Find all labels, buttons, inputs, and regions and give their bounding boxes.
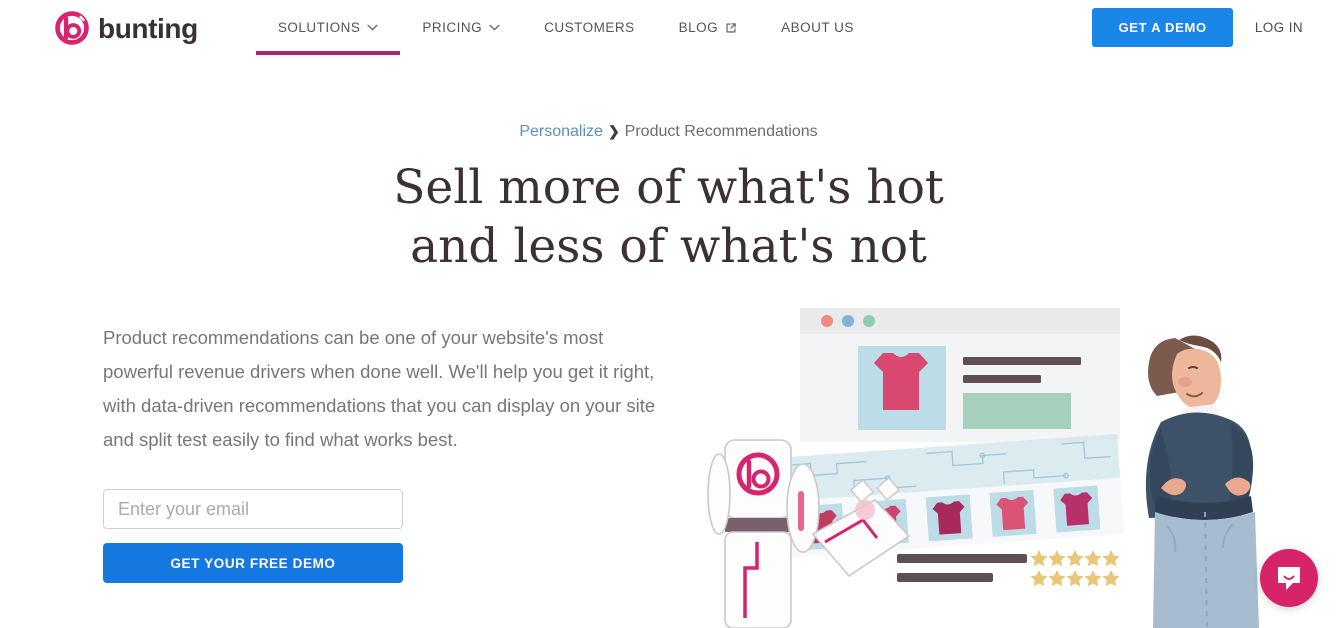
intercom-chat-launcher[interactable] <box>1260 549 1318 607</box>
nav-item-pricing[interactable]: PRICING <box>400 0 522 55</box>
product-subtitle-bar <box>963 375 1041 383</box>
product-recommendations-illustration <box>705 298 1265 628</box>
review-bar-2 <box>897 573 993 582</box>
logo-wordmark: bunting <box>98 15 198 43</box>
chevron-down-icon <box>489 24 500 31</box>
header-actions: GET A DEMO LOG IN <box>1092 0 1313 55</box>
page-title: Sell more of what's hot and less of what… <box>0 158 1337 276</box>
breadcrumb-separator-icon: ❯ <box>608 123 620 140</box>
product-title-bar <box>963 357 1081 365</box>
breadcrumb: Personalize ❯ Product Recommendations <box>0 123 1337 141</box>
log-in-link[interactable]: LOG IN <box>1255 20 1303 35</box>
review-bar-1 <box>897 554 1027 563</box>
nav-item-solutions[interactable]: SOLUTIONS <box>256 0 401 55</box>
browser-dot-green <box>863 315 875 327</box>
email-input[interactable] <box>103 489 403 529</box>
nav-item-about-us-label: ABOUT US <box>781 20 854 35</box>
nav-item-about-us[interactable]: ABOUT US <box>759 0 876 55</box>
get-a-demo-button[interactable]: GET A DEMO <box>1092 8 1232 47</box>
hero-paragraph: Product recommendations can be one of yo… <box>103 321 673 457</box>
chat-bubble-smile-icon <box>1274 563 1304 593</box>
site-header: bunting SOLUTIONS PRICING CUSTOMERS BLOG <box>0 0 1337 66</box>
nav-item-pricing-label: PRICING <box>422 20 482 35</box>
headline-line-2: and less of what's not <box>410 219 927 274</box>
product-cta-block <box>963 393 1071 429</box>
review-summary <box>897 550 1120 586</box>
nav-item-blog-label: BLOG <box>679 20 719 35</box>
chevron-down-icon <box>367 24 378 31</box>
hero-body: Product recommendations can be one of yo… <box>0 321 700 583</box>
nav-item-customers-label: CUSTOMERS <box>544 20 635 35</box>
bunting-b-mark-icon <box>55 11 89 45</box>
thumbnail-item <box>1053 485 1100 532</box>
nav-item-customers[interactable]: CUSTOMERS <box>522 0 657 55</box>
star-rating-row <box>1031 550 1120 566</box>
breadcrumb-parent-link[interactable]: Personalize <box>519 123 603 140</box>
site-logo[interactable]: bunting <box>55 0 198 55</box>
headline-line-1: Sell more of what's hot <box>393 160 944 215</box>
nav-item-blog[interactable]: BLOG <box>657 0 760 55</box>
star-rating-row <box>1031 570 1120 586</box>
browser-dot-red <box>821 315 833 327</box>
thumbnail-item <box>990 490 1037 537</box>
browser-dot-blue <box>842 315 854 327</box>
nav-item-solutions-label: SOLUTIONS <box>278 20 361 35</box>
browser-mockup <box>800 308 1120 442</box>
get-your-free-demo-button[interactable]: GET YOUR FREE DEMO <box>103 543 403 583</box>
thumbnail-item <box>926 494 973 541</box>
external-link-icon <box>725 22 737 34</box>
main-navigation: SOLUTIONS PRICING CUSTOMERS BLOG ABOUT U… <box>256 0 876 66</box>
person-illustration <box>1146 335 1259 628</box>
breadcrumb-current: Product Recommendations <box>625 123 818 140</box>
illustration-svg <box>705 298 1265 628</box>
